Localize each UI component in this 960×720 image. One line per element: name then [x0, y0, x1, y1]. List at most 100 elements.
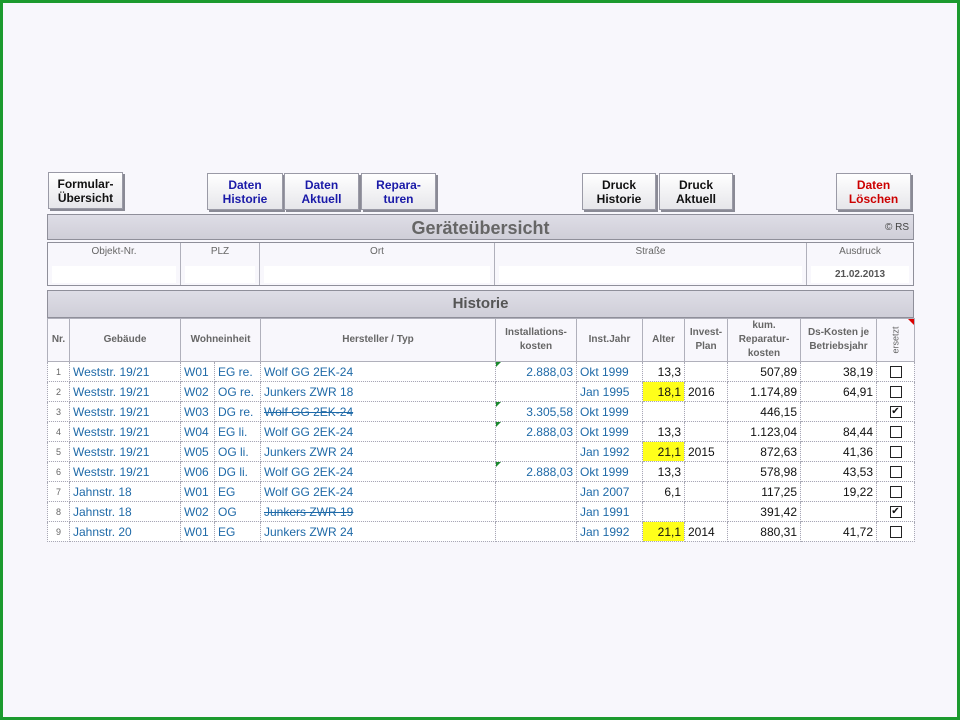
- instjahr-cell[interactable]: Okt 1999: [576, 421, 643, 442]
- instjahr-cell[interactable]: Jan 1995: [576, 381, 643, 402]
- instjahr-cell[interactable]: Okt 1999: [576, 461, 643, 482]
- table-row[interactable]: 9 Jahnstr. 20 W01 EG Junkers ZWR 24 Jan 1992 2…: [47, 521, 915, 542]
- gebaeude-cell[interactable]: Weststr. 19/21: [69, 401, 181, 422]
- invest-cell[interactable]: 2016: [684, 381, 728, 402]
- lage-cell[interactable]: OG li.: [214, 441, 261, 462]
- hersteller-cell[interactable]: Wolf GG 2EK-24: [260, 401, 496, 422]
- instjahr-cell[interactable]: Jan 1992: [576, 441, 643, 462]
- wohneinheit-nr-cell[interactable]: W01: [180, 521, 215, 542]
- gebaeude-cell[interactable]: Weststr. 19/21: [69, 441, 181, 462]
- ersetzt-checkbox[interactable]: ✔: [889, 406, 902, 419]
- gebaeude-cell[interactable]: Weststr. 19/21: [69, 361, 181, 382]
- plz-field[interactable]: [185, 266, 255, 283]
- druck-historie-button[interactable]: Druck Historie: [582, 173, 656, 210]
- table-row[interactable]: 4 Weststr. 19/21 W04 EG li. Wolf GG 2EK-24 2.…: [47, 421, 915, 442]
- hersteller-cell[interactable]: Wolf GG 2EK-24: [260, 421, 496, 442]
- installationskosten-cell[interactable]: [495, 501, 577, 522]
- col-nr: Nr.: [47, 318, 70, 362]
- instjahr-cell[interactable]: Okt 1999: [576, 401, 643, 422]
- lage-cell[interactable]: DG li.: [214, 461, 261, 482]
- ersetzt-checkbox[interactable]: ✔: [889, 506, 902, 519]
- instjahr-cell[interactable]: Jan 2007: [576, 481, 643, 502]
- installationskosten-cell[interactable]: 2.888,03: [495, 361, 577, 382]
- instjahr-cell[interactable]: Jan 1991: [576, 501, 643, 522]
- table-row[interactable]: 1 Weststr. 19/21 W01 EG re. Wolf GG 2EK-24 2.…: [47, 361, 915, 382]
- ersetzt-checkbox[interactable]: [889, 366, 902, 379]
- gebaeude-cell[interactable]: Jahnstr. 18: [69, 481, 181, 502]
- druck-aktuell-button[interactable]: Druck Aktuell: [659, 173, 733, 210]
- wohneinheit-nr-cell[interactable]: W03: [180, 401, 215, 422]
- daten-historie-button[interactable]: Daten Historie: [207, 173, 283, 210]
- installationskosten-cell[interactable]: [495, 381, 577, 402]
- strasse-field[interactable]: [499, 266, 802, 283]
- formular-uebersicht-button[interactable]: Formular- Übersicht: [48, 172, 123, 209]
- instjahr-cell[interactable]: Okt 1999: [576, 361, 643, 382]
- invest-cell[interactable]: [684, 461, 728, 482]
- lage-cell[interactable]: EG: [214, 481, 261, 502]
- table-row[interactable]: 8 Jahnstr. 18 W02 OG Junkers ZWR 19 Jan 1991 3…: [47, 501, 915, 522]
- lage-cell[interactable]: DG re.: [214, 401, 261, 422]
- invest-cell[interactable]: 2015: [684, 441, 728, 462]
- wohneinheit-nr-cell[interactable]: W04: [180, 421, 215, 442]
- gebaeude-cell[interactable]: Jahnstr. 20: [69, 521, 181, 542]
- gebaeude-cell[interactable]: Weststr. 19/21: [69, 421, 181, 442]
- lage-cell[interactable]: OG re.: [214, 381, 261, 402]
- installationskosten-cell-value: 2.888,03: [526, 424, 573, 439]
- invest-cell[interactable]: [684, 361, 728, 382]
- gebaeude-cell[interactable]: Jahnstr. 18: [69, 501, 181, 522]
- wohneinheit-nr-cell[interactable]: W02: [180, 501, 215, 522]
- hersteller-cell[interactable]: Wolf GG 2EK-24: [260, 481, 496, 502]
- daten-loeschen-button[interactable]: Daten Löschen: [836, 173, 911, 210]
- invest-cell[interactable]: [684, 401, 728, 422]
- hersteller-cell[interactable]: Junkers ZWR 24: [260, 521, 496, 542]
- ort-field[interactable]: [264, 266, 490, 283]
- col-installationskosten: Installations- kosten: [495, 318, 577, 362]
- hersteller-cell[interactable]: Junkers ZWR 18: [260, 381, 496, 402]
- ersetzt-checkbox[interactable]: [889, 486, 902, 499]
- row-nr-cell: 9: [47, 521, 70, 542]
- wohneinheit-nr-cell[interactable]: W06: [180, 461, 215, 482]
- installationskosten-cell[interactable]: 2.888,03: [495, 421, 577, 442]
- col-installationskosten-line1: Installations-: [505, 327, 567, 338]
- lage-cell[interactable]: EG li.: [214, 421, 261, 442]
- hersteller-cell[interactable]: Junkers ZWR 24: [260, 441, 496, 462]
- table-row[interactable]: 5 Weststr. 19/21 W05 OG li. Junkers ZWR 24 Ja…: [47, 441, 915, 462]
- gebaeude-cell[interactable]: Weststr. 19/21: [69, 461, 181, 482]
- strasse-label: Straße: [635, 246, 666, 257]
- table-row[interactable]: 6 Weststr. 19/21 W06 DG li. Wolf GG 2EK-24 2.…: [47, 461, 915, 482]
- table-row[interactable]: 3 Weststr. 19/21 W03 DG re. Wolf GG 2EK-24 3.…: [47, 401, 915, 422]
- ersetzt-checkbox[interactable]: [889, 526, 902, 539]
- instjahr-cell[interactable]: Jan 1992: [576, 521, 643, 542]
- ersetzt-checkbox[interactable]: [889, 446, 902, 459]
- hersteller-cell[interactable]: Wolf GG 2EK-24: [260, 361, 496, 382]
- daten-aktuell-button[interactable]: Daten Aktuell: [284, 173, 359, 210]
- ersetzt-checkbox[interactable]: [889, 466, 902, 479]
- objekt-nr-field[interactable]: [52, 266, 176, 283]
- installationskosten-cell[interactable]: [495, 481, 577, 502]
- ersetzt-checkbox[interactable]: [889, 386, 902, 399]
- invest-cell[interactable]: 2014: [684, 521, 728, 542]
- installationskosten-cell[interactable]: 3.305,58: [495, 401, 577, 422]
- wohneinheit-nr-cell[interactable]: W01: [180, 361, 215, 382]
- wohneinheit-nr-cell[interactable]: W02: [180, 381, 215, 402]
- wohneinheit-nr-cell[interactable]: W01: [180, 481, 215, 502]
- installationskosten-cell[interactable]: [495, 441, 577, 462]
- hersteller-cell-value: Junkers ZWR 24: [264, 444, 354, 459]
- ersetzt-cell: [876, 381, 915, 402]
- ersetzt-checkbox[interactable]: [889, 426, 902, 439]
- table-row[interactable]: 2 Weststr. 19/21 W02 OG re. Junkers ZWR 18 Ja…: [47, 381, 915, 402]
- invest-cell[interactable]: [684, 421, 728, 442]
- gebaeude-cell[interactable]: Weststr. 19/21: [69, 381, 181, 402]
- reparaturen-button[interactable]: Repara- turen: [361, 173, 436, 210]
- wohneinheit-nr-cell[interactable]: W05: [180, 441, 215, 462]
- invest-cell[interactable]: [684, 501, 728, 522]
- invest-cell[interactable]: [684, 481, 728, 502]
- lage-cell[interactable]: EG re.: [214, 361, 261, 382]
- lage-cell[interactable]: OG: [214, 501, 261, 522]
- table-row[interactable]: 7 Jahnstr. 18 W01 EG Wolf GG 2EK-24 Jan 2007 6…: [47, 481, 915, 502]
- hersteller-cell[interactable]: Junkers ZWR 19: [260, 501, 496, 522]
- installationskosten-cell[interactable]: 2.888,03: [495, 461, 577, 482]
- hersteller-cell[interactable]: Wolf GG 2EK-24: [260, 461, 496, 482]
- lage-cell[interactable]: EG: [214, 521, 261, 542]
- installationskosten-cell[interactable]: [495, 521, 577, 542]
